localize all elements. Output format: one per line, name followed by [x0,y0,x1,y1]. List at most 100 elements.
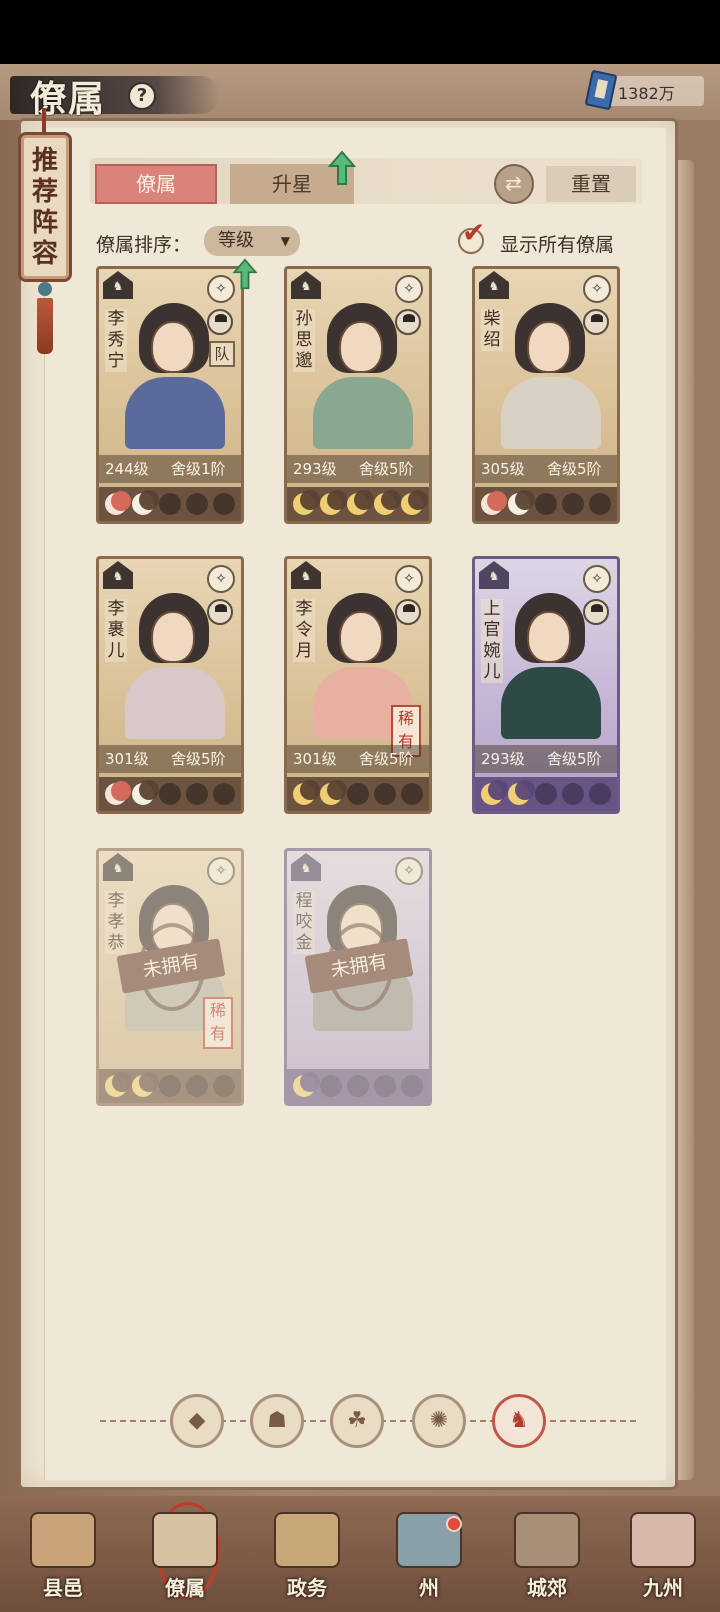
moon-star-icon [481,491,508,515]
role-icon: ✧ [207,565,235,593]
moon-star-icon [132,1072,160,1097]
sort-dropdown[interactable]: 等级 ▼ [204,226,300,256]
reset-button[interactable]: 重置 [494,164,644,204]
subordinate-card[interactable]: ♞ ✧ 李孝恭 稀有 未拥有 [96,848,244,1106]
star-row [475,487,617,521]
subordinate-card[interactable]: ♞ ✧ 程咬金 未拥有 [284,848,432,1106]
moon-star-icon [481,780,509,805]
nav-illustration-icon [152,1512,218,1568]
subordinate-name: 柴绍 [481,309,503,351]
class-badge-icon: ♞ [479,271,509,299]
class-badge-icon: ♞ [291,561,321,589]
moon-star-icon [508,490,536,515]
house-rank-text: 舍级5阶 [547,460,602,478]
subordinate-card[interactable]: ♞ ✧ 李秀宁队 244级 舍级1阶 [96,266,244,524]
house-rank-text: 舍级5阶 [171,750,226,768]
subordinate-name: 孙思邈 [293,309,315,372]
class-badge-icon: ♞ [103,561,133,589]
nav-item[interactable]: 僚属 [130,1502,240,1608]
moon-star-icon [320,780,348,805]
nav-label: 县邑 [43,1576,83,1600]
nav-illustration-icon [30,1512,96,1568]
portrait-face [339,611,383,663]
nav-item[interactable]: 州 [374,1502,484,1608]
avatar [395,309,421,335]
moon-star-icon [158,493,181,515]
tab-subordinates[interactable]: 僚属 [95,164,217,204]
nav-label: 州 [419,1576,439,1600]
house-rank-text: 舍级1阶 [171,460,226,478]
house-rank-text: 舍级5阶 [359,460,414,478]
subordinate-name: 李裹儿 [105,599,127,662]
moon-star-icon [346,783,369,805]
nav-item[interactable]: 城郊 [492,1502,602,1608]
upgrade-arrow-icon [232,258,258,290]
level-text: 301级 [293,750,337,768]
moon-star-icon [185,783,208,805]
fan-icon[interactable]: ✺ [412,1394,466,1448]
avatar [395,599,421,625]
subordinate-card[interactable]: ♞ ✧ 李令月 稀有 301级 舍级5阶 [284,556,432,814]
beast-icon[interactable]: ♞ [492,1394,546,1448]
subordinate-card[interactable]: ♞ ✧ 孙思邈 293级 舍级5阶 [284,266,432,524]
reset-icon [494,164,534,204]
diamond-icon[interactable]: ◆ [170,1394,224,1448]
role-icon: ✧ [395,275,423,303]
moon-star-icon [400,783,423,805]
moon-star-icon [561,493,584,515]
moon-star-icon [158,1075,181,1097]
subordinate-card[interactable]: ♞ ✧ 上官婉儿 293级 舍级5阶 [472,556,620,814]
moon-star-icon [588,783,611,805]
moon-star-icon [588,493,611,515]
moon-star-icon [132,780,160,805]
class-badge-icon: ♞ [291,271,321,299]
book-page-edge [676,160,694,1480]
level-text: 244级 [105,460,149,478]
moon-star-icon [212,1075,235,1097]
bell-icon[interactable]: ☗ [250,1394,304,1448]
avatar [583,599,609,625]
nav-illustration-icon [274,1512,340,1568]
nav-label: 政务 [287,1576,327,1600]
moon-star-icon [185,1075,208,1097]
notification-dot [446,1516,462,1532]
currency-amount: 1382万 [618,84,675,103]
moon-star-icon [373,490,401,515]
portrait-robe [313,377,413,449]
class-badge-icon: ♞ [479,561,509,589]
subordinate-name: 程咬金 [293,891,315,954]
moon-star-icon [293,780,321,805]
tassel-knot [38,282,52,296]
cat-icon[interactable]: ☘ [330,1394,384,1448]
help-button[interactable]: ? [128,82,156,110]
nav-item[interactable]: 九州 [608,1502,718,1608]
house-rank-text: 舍级5阶 [547,750,602,768]
team-tag: 队 [209,341,235,367]
nav-item[interactable]: 县邑 [8,1502,118,1608]
portrait-face [527,611,571,663]
house-rank-text: 舍级5阶 [359,750,414,768]
nav-item[interactable]: 政务 [252,1502,362,1608]
upgrade-arrow-icon [328,150,356,185]
checkmark-icon: ✔ [462,216,486,249]
nav-illustration-icon [514,1512,580,1568]
moon-star-icon [132,490,160,515]
subordinate-card[interactable]: ♞ ✧ 李裹儿 301级 舍级5阶 [96,556,244,814]
subordinate-card[interactable]: ♞ ✧ 柴绍 305级 舍级5阶 [472,266,620,524]
reset-label: 重置 [546,166,636,202]
moon-star-icon [105,491,132,515]
moon-star-icon [105,1072,133,1097]
moon-star-icon [561,783,584,805]
moon-star-icon [373,1075,396,1097]
role-icon: ✧ [207,857,235,885]
show-all-label: 显示所有僚属 [500,234,615,256]
portrait-robe [501,667,601,739]
moon-star-icon [346,490,374,515]
nav-illustration-icon [630,1512,696,1568]
star-row [287,1069,429,1103]
moon-star-icon [534,493,557,515]
moon-star-icon [320,490,348,515]
moon-star-icon [400,490,428,515]
moon-star-icon [293,1072,321,1097]
filter-row: ◆ ☗ ☘ ✺ ♞ [100,1392,640,1448]
